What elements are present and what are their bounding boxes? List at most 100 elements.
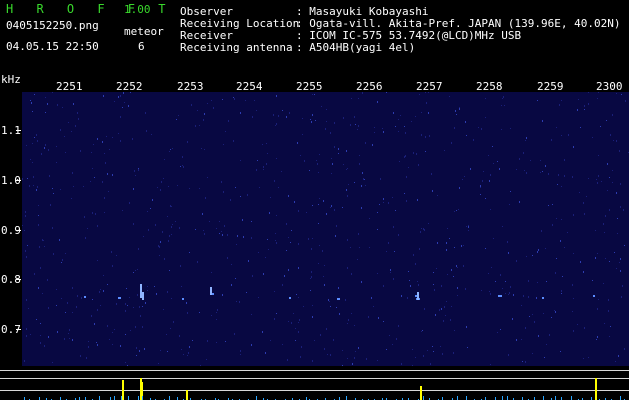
noise-pixel [65, 253, 66, 254]
noise-pixel [480, 194, 481, 195]
noise-pixel [620, 206, 621, 208]
noise-pixel [493, 163, 494, 164]
noise-pixel [97, 344, 98, 346]
noise-pixel [318, 204, 319, 205]
noise-pixel [451, 269, 452, 271]
noise-pixel [444, 150, 445, 151]
noise-pixel [465, 288, 466, 290]
noise-pixel [619, 150, 620, 152]
noise-pixel [564, 247, 565, 248]
noise-pixel [446, 249, 447, 251]
noise-pixel [124, 102, 125, 103]
noise-pixel [359, 163, 360, 165]
noise-pixel [123, 92, 124, 94]
noise-pixel [186, 302, 187, 304]
noise-pixel [133, 188, 134, 190]
noise-pixel [171, 298, 172, 299]
noise-pixel [133, 223, 134, 225]
noise-pixel [274, 180, 275, 182]
noise-pixel [142, 306, 143, 307]
noise-pixel [276, 242, 277, 244]
noise-pixel [437, 242, 438, 244]
noise-pixel [393, 112, 394, 114]
noise-pixel [621, 94, 622, 95]
noise-pixel [172, 148, 173, 149]
noise-pixel [67, 302, 68, 304]
noise-pixel [170, 205, 171, 207]
noise-pixel [548, 205, 549, 206]
noise-pixel [490, 209, 491, 210]
noise-pixel [103, 290, 104, 292]
noise-pixel [30, 159, 31, 160]
noise-pixel [270, 340, 271, 341]
noise-pixel [187, 141, 188, 143]
noise-pixel [521, 339, 522, 340]
noise-pixel [380, 178, 381, 180]
noise-pixel [392, 344, 393, 345]
noise-pixel [529, 316, 530, 317]
noise-pixel [455, 110, 456, 112]
noise-pixel [361, 207, 362, 209]
noise-pixel [427, 350, 428, 351]
noise-pixel [519, 201, 520, 203]
noise-pixel [383, 321, 384, 322]
meteor-label: meteor [124, 25, 164, 38]
noise-pixel [276, 215, 277, 216]
noise-pixel [499, 168, 500, 170]
noise-pixel [312, 114, 313, 116]
noise-pixel [578, 99, 579, 100]
noise-pixel [164, 258, 165, 260]
noise-pixel [584, 213, 585, 215]
noise-pixel [597, 98, 598, 99]
noise-pixel [230, 199, 231, 201]
noise-pixel [181, 349, 182, 350]
noise-pixel [583, 358, 584, 359]
noise-pixel [195, 125, 196, 127]
noise-pixel [87, 228, 88, 229]
noise-pixel [442, 353, 443, 355]
noise-pixel [317, 163, 318, 165]
noise-pixel [355, 124, 356, 125]
noise-pixel [369, 218, 370, 219]
noise-pixel [347, 168, 348, 169]
noise-pixel [263, 169, 264, 170]
meteor-echo [498, 295, 502, 297]
meteor-spike [420, 386, 422, 400]
noise-pixel [235, 278, 236, 279]
noise-pixel [433, 272, 434, 273]
noise-pixel [393, 226, 394, 228]
noise-pixel [132, 138, 133, 140]
noise-pixel [148, 229, 149, 231]
noise-pixel [522, 361, 523, 362]
noise-pixel [495, 281, 496, 282]
noise-pixel [170, 328, 171, 329]
noise-pixel [127, 305, 128, 306]
noise-pixel [389, 335, 390, 336]
noise-pixel [189, 252, 190, 253]
noise-pixel [182, 156, 183, 158]
noise-pixel [532, 353, 533, 354]
noise-pixel [207, 177, 208, 178]
noise-pixel [386, 349, 387, 350]
noise-pixel [282, 344, 283, 345]
noise-pixel [354, 357, 355, 359]
noise-pixel [56, 146, 57, 147]
noise-pixel [282, 284, 283, 286]
noise-pixel [523, 152, 524, 154]
noise-pixel [454, 330, 455, 331]
noise-pixel [294, 201, 295, 203]
noise-pixel [325, 128, 326, 130]
noise-pixel [445, 315, 446, 316]
noise-spike [555, 396, 556, 400]
noise-pixel [57, 104, 58, 106]
noise-pixel [60, 189, 61, 190]
noise-pixel [216, 342, 217, 343]
noise-pixel [42, 293, 43, 294]
noise-pixel [354, 116, 355, 118]
noise-pixel [36, 189, 37, 191]
noise-pixel [293, 313, 294, 314]
noise-pixel [435, 314, 436, 316]
noise-pixel [136, 347, 137, 349]
noise-pixel [143, 236, 144, 237]
noise-pixel [332, 163, 333, 165]
